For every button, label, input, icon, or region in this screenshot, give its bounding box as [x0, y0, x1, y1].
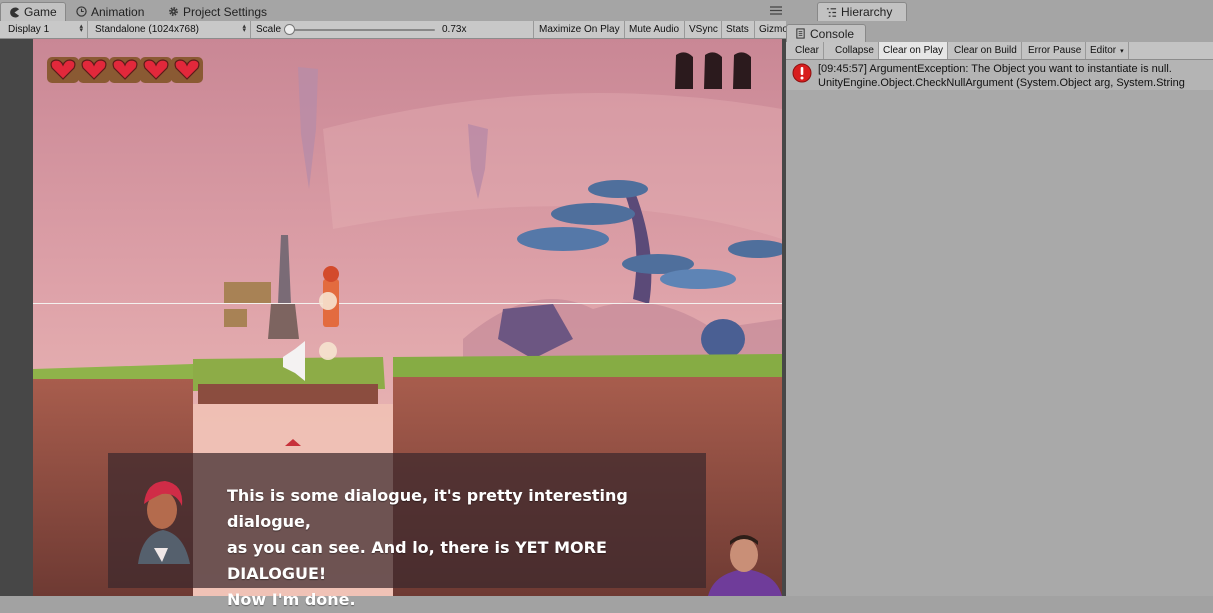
resolution-dropdown[interactable]: Standalone (1024x768) ▴ ▾ — [91, 21, 251, 38]
resolution-dropdown-value: Standalone (1024x768) — [95, 24, 199, 35]
collectible-silhouettes — [675, 52, 751, 89]
error-pause-label: Error Pause — [1028, 45, 1082, 56]
tab-project-settings-label: Project Settings — [183, 4, 268, 19]
horizon-line — [33, 303, 782, 304]
speaker-portrait — [138, 481, 190, 564]
game-tab-bar: Game Animation Project Settings — [0, 0, 786, 22]
dialogue-line: Now I'm done. — [227, 590, 356, 609]
clear-on-build-toggle[interactable]: Clear on Build — [950, 42, 1022, 59]
dropdown-arrow-icon: ▴ ▾ — [242, 23, 246, 34]
alien-bush — [701, 319, 745, 359]
stats-label: Stats — [726, 24, 749, 35]
tab-animation[interactable]: Animation — [68, 2, 152, 21]
dialogue-line: as you can see. And lo, there is YET MOR… — [227, 538, 607, 583]
health-hearts — [47, 57, 203, 83]
scale-slider-track[interactable] — [290, 29, 435, 31]
console-toolbar: Clear Collapse Clear on Play Clear on Bu… — [786, 42, 1213, 60]
dropdown-arrow-icon: ▴ ▾ — [79, 23, 83, 34]
collapse-toggle-label: Collapse — [835, 45, 874, 56]
tab-console[interactable]: Console — [786, 24, 866, 42]
console-log-line: UnityEngine.Object.CheckNullArgument (Sy… — [818, 77, 1185, 89]
vsync-toggle[interactable]: VSync — [685, 21, 722, 38]
maximize-on-play-toggle[interactable]: Maximize On Play — [535, 21, 625, 38]
game-toolbar: Display 1 ▴ ▾ Standalone (1024x768) ▴ ▾ Sc… — [0, 21, 786, 39]
tab-hierarchy[interactable]: Hierarchy — [817, 2, 907, 21]
panel-menu-icon[interactable] — [770, 5, 782, 16]
display-dropdown-value: Display 1 — [8, 24, 50, 35]
light-bulb-icon — [319, 342, 337, 360]
stone-pillar — [268, 304, 299, 339]
stats-toggle[interactable]: Stats — [722, 21, 755, 38]
clear-button[interactable]: Clear — [791, 42, 824, 59]
editor-dropdown[interactable]: Editor ▾ — [1086, 42, 1129, 59]
gear-icon — [169, 7, 178, 16]
collapse-toggle[interactable]: Collapse — [831, 42, 879, 59]
tab-project-settings[interactable]: Project Settings — [160, 2, 275, 21]
light-bulb-icon — [319, 292, 337, 310]
dialogue-line: This is some dialogue, it's pretty inter… — [227, 486, 628, 531]
hierarchy-tab-bar: Hierarchy — [786, 0, 1213, 22]
clear-on-build-label: Clear on Build — [954, 45, 1017, 56]
scale-label: Scale — [256, 24, 282, 35]
gizmos-dropdown[interactable]: Gizmo — [755, 21, 786, 38]
error-pause-toggle[interactable]: Error Pause — [1024, 42, 1087, 59]
tab-game-label: Game — [24, 5, 57, 19]
console-tab-bar: Console — [786, 22, 1213, 43]
tab-console-label: Console — [810, 26, 855, 41]
display-dropdown[interactable]: Display 1 ▴ ▾ — [4, 21, 88, 38]
vsync-label: VSync — [689, 24, 718, 35]
dialogue-text: This is some dialogue, it's pretty inter… — [227, 483, 697, 613]
crate — [224, 282, 271, 304]
scale-value: 0.73x — [442, 24, 467, 35]
console-log-line: [09:45:57] ArgumentException: The Object… — [818, 63, 1172, 75]
clear-on-play-toggle[interactable]: Clear on Play — [879, 42, 949, 59]
error-icon — [792, 63, 812, 83]
clear-on-play-label: Clear on Play — [883, 45, 944, 56]
scale-slider-handle[interactable] — [284, 24, 295, 35]
editor-dropdown-label: Editor — [1090, 45, 1117, 56]
tab-animation-label: Animation — [91, 4, 145, 19]
clock-icon — [76, 6, 87, 17]
pacman-icon — [10, 6, 20, 18]
mute-audio-label: Mute Audio — [629, 24, 680, 35]
maximize-on-play-label: Maximize On Play — [539, 24, 620, 35]
webcam-overlay — [708, 535, 782, 596]
console-icon — [796, 28, 805, 39]
tab-hierarchy-label: Hierarchy — [841, 5, 893, 19]
clear-button-label: Clear — [795, 45, 819, 56]
gizmos-label: Gizmo — [759, 24, 786, 35]
mute-audio-toggle[interactable]: Mute Audio — [625, 21, 685, 38]
crate — [224, 309, 247, 327]
dropdown-arrow-icon: ▾ — [1120, 47, 1124, 55]
tab-game[interactable]: Game — [0, 2, 66, 21]
list-icon — [826, 7, 837, 17]
